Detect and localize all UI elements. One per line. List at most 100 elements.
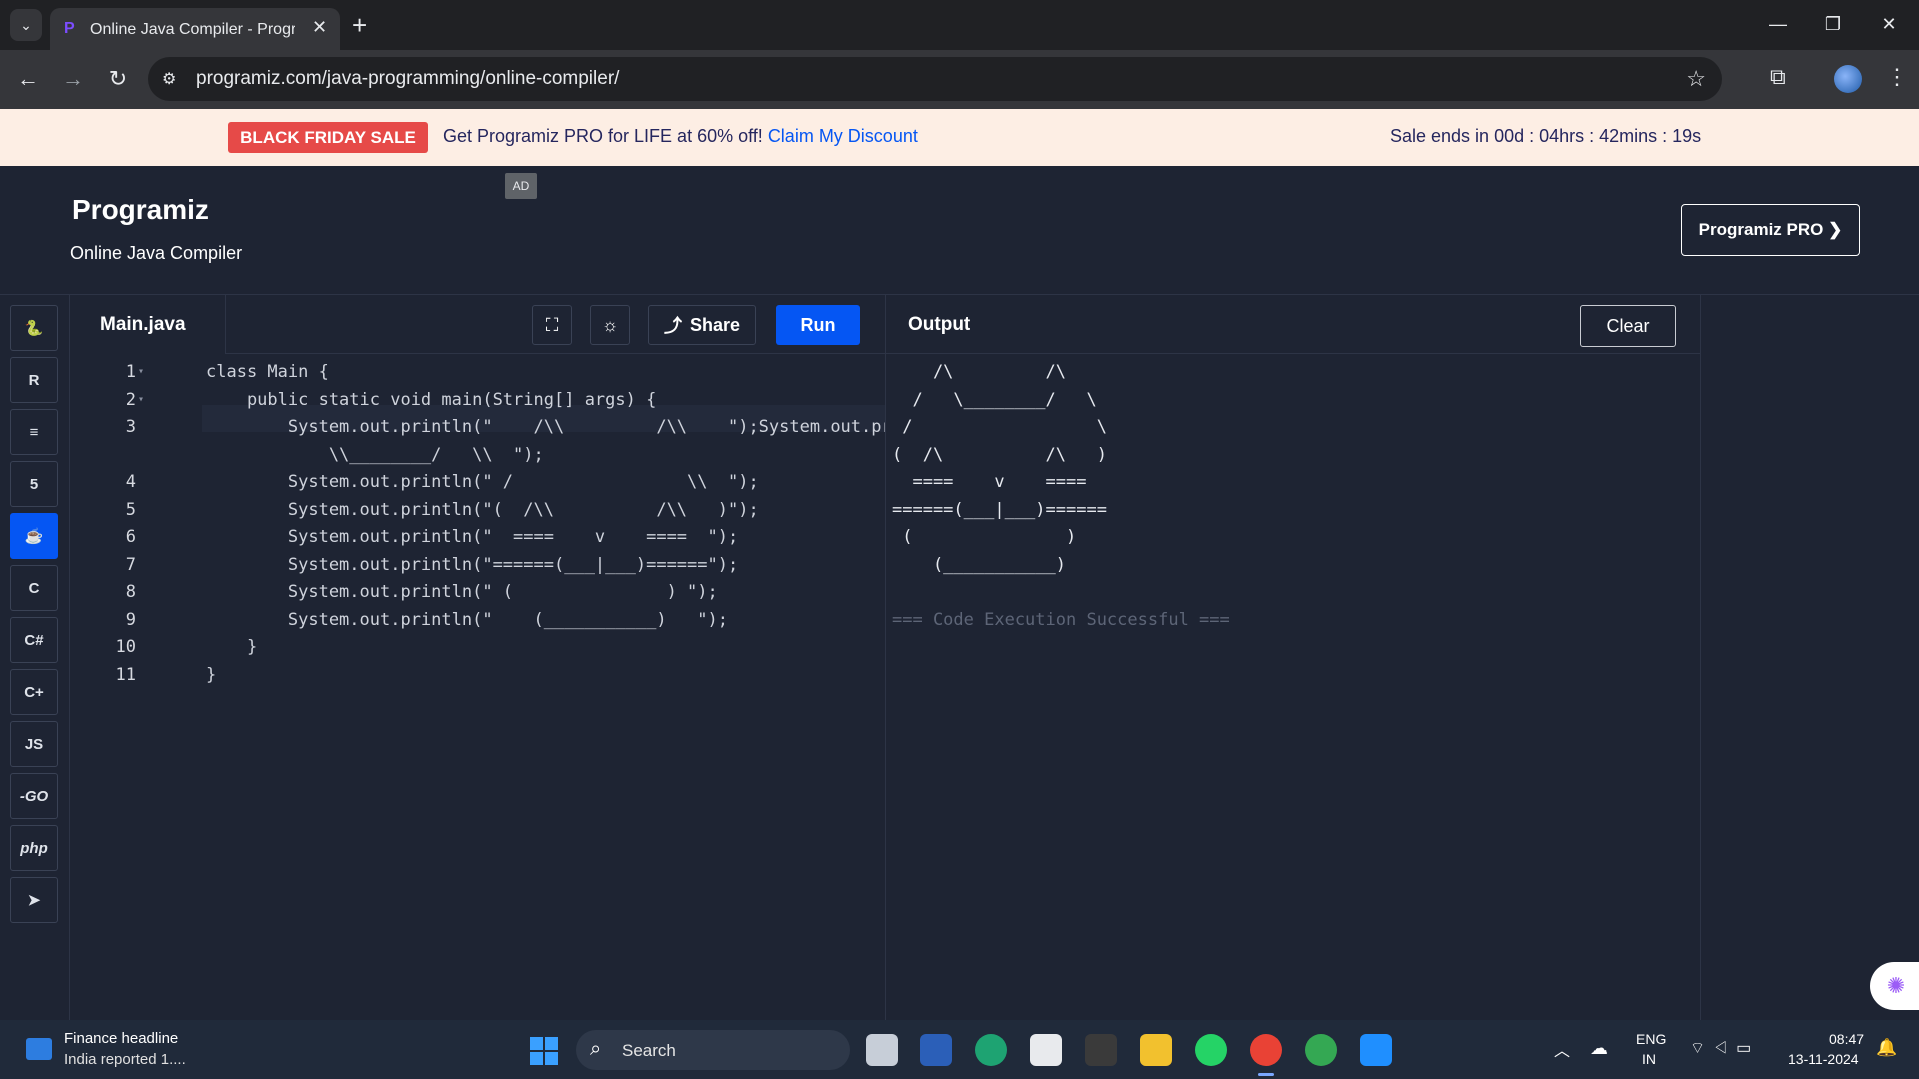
- file-explorer-icon[interactable]: [1140, 1034, 1172, 1066]
- share-button[interactable]: ⤴ Share: [648, 305, 756, 345]
- site-info-icon[interactable]: ⚙: [162, 69, 176, 89]
- chrome-icon[interactable]: [1250, 1034, 1282, 1066]
- news-headline[interactable]: Finance headline: [64, 1030, 178, 1047]
- tab-close-button[interactable]: ✕: [312, 17, 327, 38]
- python-language-icon[interactable]: 🐍: [10, 305, 58, 351]
- java-language-icon[interactable]: ☕: [10, 513, 58, 559]
- promo-banner: BLACK FRIDAY SALE Get Programiz PRO for …: [0, 109, 1919, 166]
- code-line[interactable]: System.out.println(" /\\ /\\ ");System.o…: [206, 417, 933, 437]
- code-line[interactable]: System.out.println(" / \\ ");: [206, 472, 759, 492]
- microsoft-store-icon[interactable]: [1030, 1034, 1062, 1066]
- sql-language-icon[interactable]: ≡: [10, 409, 58, 455]
- tab-search-button[interactable]: ⌄: [10, 9, 42, 41]
- right-margin-area: [1700, 294, 1919, 1020]
- code-line[interactable]: }: [206, 665, 216, 685]
- code-line[interactable]: public static void main(String[] args) {: [206, 390, 656, 410]
- photos-icon[interactable]: [1360, 1034, 1392, 1066]
- browser-tab[interactable]: P Online Java Compiler - Programiz ✕: [50, 8, 340, 50]
- search-icon: ⌕: [590, 1038, 602, 1060]
- show-hidden-icons-icon[interactable]: ︿: [1554, 1037, 1570, 1061]
- news-subtitle[interactable]: India reported 1....: [64, 1051, 186, 1068]
- profile-avatar[interactable]: [1834, 65, 1862, 93]
- app-icon[interactable]: [920, 1034, 952, 1066]
- ad-label: AD: [505, 173, 537, 199]
- url-text[interactable]: programiz.com/java-programming/online-co…: [196, 68, 619, 90]
- line-number: 6: [125, 527, 136, 547]
- window-close-button[interactable]: ✕: [1866, 8, 1912, 40]
- search-label: Search: [622, 1041, 676, 1060]
- ai-assistant-icon[interactable]: ✺: [1870, 962, 1919, 1010]
- theme-toggle-icon[interactable]: ☼: [590, 305, 630, 345]
- input-region[interactable]: IN: [1642, 1051, 1656, 1067]
- line-number: 1: [125, 362, 136, 382]
- csharp-language-icon[interactable]: C#: [10, 617, 58, 663]
- c-language-icon[interactable]: C: [10, 565, 58, 611]
- forward-arrow-icon[interactable]: →: [59, 65, 87, 93]
- minimize-button[interactable]: —: [1755, 8, 1801, 40]
- code-line[interactable]: }: [206, 637, 257, 657]
- code-line-wrapped[interactable]: \\________/ \\ ");: [206, 445, 544, 465]
- code-line[interactable]: System.out.println("( /\\ /\\ )");: [206, 500, 759, 520]
- code-area[interactable]: 1 ▾ class Main { 2 ▾ public static void …: [70, 354, 933, 1021]
- notification-bell-icon[interactable]: 🔔: [1876, 1038, 1897, 1058]
- clock-time[interactable]: 08:47: [1829, 1031, 1864, 1047]
- line-number: 5: [125, 500, 136, 520]
- wifi-volume-battery-icon[interactable]: ⌔◁▭: [1690, 1038, 1759, 1058]
- edge-browser-icon[interactable]: [975, 1034, 1007, 1066]
- line-number: 3: [125, 417, 136, 437]
- restore-button[interactable]: ❐: [1810, 8, 1856, 40]
- output-line: ( /\ /\ ): [892, 445, 1107, 465]
- line-number: 4: [125, 472, 136, 492]
- code-line[interactable]: System.out.println(" ( ) ");: [206, 582, 718, 602]
- sale-badge: BLACK FRIDAY SALE: [228, 122, 428, 153]
- back-arrow-icon[interactable]: ←: [14, 65, 42, 93]
- cpp-language-icon[interactable]: C+: [10, 669, 58, 715]
- execution-status: === Code Execution Successful ===: [892, 610, 1230, 630]
- output-console[interactable]: /\ /\ / \________/ \ / \ ( /\ /\ ) ==== …: [892, 354, 1230, 630]
- line-number: 10: [115, 637, 136, 657]
- programiz-logo[interactable]: Programiz: [72, 194, 209, 226]
- swift-language-icon[interactable]: ➤: [10, 877, 58, 923]
- bookmark-star-icon[interactable]: ☆: [1686, 66, 1706, 92]
- code-line[interactable]: System.out.println(" ==== v ==== ");: [206, 527, 738, 547]
- whatsapp-icon[interactable]: [1195, 1034, 1227, 1066]
- code-line[interactable]: System.out.println(" (___________) ");: [206, 610, 728, 630]
- new-tab-button[interactable]: +: [352, 10, 367, 40]
- run-button[interactable]: Run: [776, 305, 860, 345]
- taskbar-search[interactable]: ⌕ Search: [576, 1030, 850, 1070]
- javascript-language-icon[interactable]: JS: [10, 721, 58, 767]
- sale-countdown: Sale ends in 00d : 04hrs : 42mins : 19s: [1390, 126, 1702, 146]
- onedrive-cloud-icon[interactable]: ☁: [1590, 1038, 1608, 1059]
- php-language-icon[interactable]: php: [10, 825, 58, 871]
- code-line[interactable]: System.out.println("======(___|___)=====…: [206, 555, 738, 575]
- task-view-icon[interactable]: [866, 1034, 898, 1066]
- clock-date[interactable]: 13-11-2024: [1788, 1051, 1859, 1067]
- tab-title: Online Java Compiler - Programiz: [90, 21, 295, 38]
- browser-menu-icon[interactable]: ⋮: [1886, 64, 1908, 90]
- line-number: 11: [115, 665, 136, 685]
- clear-button[interactable]: Clear: [1580, 305, 1676, 347]
- r-language-icon[interactable]: R: [10, 357, 58, 403]
- reload-icon[interactable]: ↻: [104, 65, 132, 93]
- fold-arrow-icon[interactable]: ▾: [138, 394, 144, 405]
- chrome-profile-icon[interactable]: [1305, 1034, 1337, 1066]
- windows-start-icon[interactable]: [530, 1037, 558, 1065]
- line-number: 9: [125, 610, 136, 630]
- code-line[interactable]: class Main {: [206, 362, 329, 382]
- fullscreen-icon[interactable]: ⛶: [532, 305, 572, 345]
- browser-tab-bar: ⌄ P Online Java Compiler - Programiz ✕ +…: [0, 0, 1919, 50]
- news-widget-icon[interactable]: [26, 1038, 52, 1060]
- file-tab[interactable]: Main.java: [70, 295, 226, 354]
- output-line: / \________/ \: [892, 390, 1097, 410]
- programiz-pro-button[interactable]: Programiz PRO ❯: [1681, 204, 1860, 256]
- browser-toolbar: ← → ↻ ⚙ programiz.com/java-programming/o…: [0, 50, 1919, 109]
- address-bar[interactable]: ⚙ programiz.com/java-programming/online-…: [148, 57, 1722, 101]
- extensions-icon[interactable]: ⧉: [1770, 64, 1786, 90]
- editor-toolbar: Main.java ⛶ ☼ ⤴ Share Run: [70, 295, 885, 354]
- go-language-icon[interactable]: -GO: [10, 773, 58, 819]
- input-language[interactable]: ENG: [1636, 1031, 1666, 1047]
- notion-icon[interactable]: [1085, 1034, 1117, 1066]
- html-language-icon[interactable]: 5: [10, 461, 58, 507]
- claim-discount-link[interactable]: Claim My Discount: [768, 126, 918, 146]
- fold-arrow-icon[interactable]: ▾: [138, 366, 144, 377]
